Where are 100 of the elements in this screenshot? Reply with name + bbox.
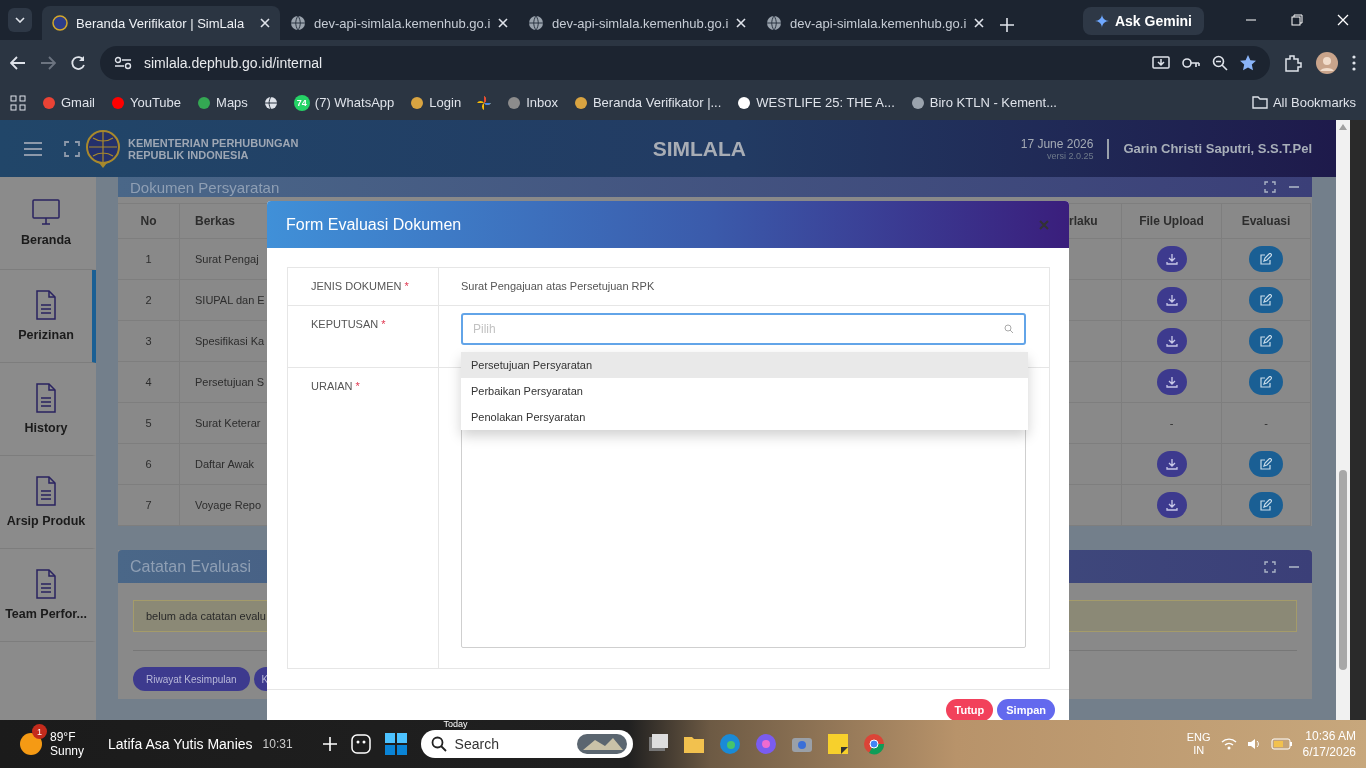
column-header: No <box>118 203 180 239</box>
download-button[interactable] <box>1156 328 1187 354</box>
edit-button[interactable] <box>1249 451 1283 477</box>
browser-tab[interactable]: dev-api-simlala.kemenhub.go.i <box>280 6 518 40</box>
more-menu-icon[interactable] <box>1352 54 1356 71</box>
expand-icon[interactable] <box>1264 560 1276 573</box>
all-bookmarks-button[interactable]: All Bookmarks <box>1251 95 1356 110</box>
maximize-icon[interactable] <box>1291 14 1303 26</box>
bookmark-link[interactable]: Maps <box>197 95 248 110</box>
widgets-icon[interactable] <box>350 734 371 754</box>
bookmark-link[interactable]: Beranda Verifikator |... <box>573 95 722 110</box>
bookmark-link[interactable]: Biro KTLN - Kement... <box>910 95 1057 110</box>
edit-button[interactable] <box>1249 328 1283 354</box>
sidebar-item[interactable]: Beranda <box>0 177 96 270</box>
bookmark-link[interactable]: Login <box>410 95 462 110</box>
sticky-note-icon[interactable] <box>826 733 849 755</box>
site-icon <box>197 95 212 110</box>
close-icon[interactable] <box>498 18 508 28</box>
download-button[interactable] <box>1156 492 1187 518</box>
extensions-icon[interactable] <box>1284 53 1302 72</box>
menu-icon[interactable] <box>24 141 42 156</box>
browser-tab[interactable]: dev-api-simlala.kemenhub.go.i <box>518 6 756 40</box>
edit-button[interactable] <box>1249 287 1283 313</box>
dropdown-field[interactable]: Pilih <box>461 313 1026 345</box>
close-icon <box>1039 219 1049 230</box>
card-title: Catatan Evaluasi <box>130 557 252 576</box>
download-button[interactable] <box>1156 246 1187 272</box>
browser-tab[interactable]: dev-api-simlala.kemenhub.go.i <box>756 6 994 40</box>
sidebar-item[interactable]: Team Perfor... <box>0 549 96 642</box>
save-button[interactable]: Simpan <box>997 699 1055 720</box>
table-cell: 3 <box>118 321 180 362</box>
bookmark-link[interactable]: YouTube <box>110 95 182 110</box>
globe-icon <box>290 15 306 31</box>
dropdown-option[interactable]: Persetujuan Persyaratan <box>461 352 1028 378</box>
apps-grid-icon[interactable] <box>10 94 26 111</box>
table-cell: 1 <box>118 239 180 280</box>
region-indicator: IN <box>1193 744 1205 757</box>
install-icon[interactable] <box>1152 54 1170 71</box>
dropdown-option[interactable]: Perbaikan Persyaratan <box>461 378 1028 404</box>
globe-icon[interactable] <box>263 95 278 110</box>
field-label: JENIS DOKUMEN * <box>311 280 409 292</box>
sidebar-item[interactable]: History <box>0 363 96 456</box>
table-cell: 7 <box>118 485 180 526</box>
edit-button[interactable] <box>1249 492 1283 518</box>
download-button[interactable] <box>1156 369 1187 395</box>
pinwheel-icon[interactable] <box>477 95 492 110</box>
news-time: 10:31 <box>262 737 293 751</box>
download-button[interactable] <box>1156 451 1187 477</box>
plus-icon[interactable] <box>322 737 337 751</box>
reload-icon[interactable] <box>70 54 86 71</box>
bookmark-link[interactable]: 74 (7) WhatsApp <box>293 94 395 111</box>
browser-icon[interactable] <box>718 733 741 755</box>
site-icon <box>573 95 588 110</box>
card-title: Dokumen Persyaratan <box>130 178 281 196</box>
version-label: versi 2.0.25 <box>1046 150 1094 161</box>
tab-list-button[interactable] <box>8 8 32 32</box>
field-value: Surat Pengajuan atas Persetujuan RPK <box>461 280 655 292</box>
battery-icon[interactable] <box>1270 738 1293 750</box>
sidebar-item[interactable]: Perizinan <box>0 270 96 363</box>
close-icon[interactable] <box>736 18 746 28</box>
bookmark-link[interactable]: Gmail <box>42 95 95 110</box>
edit-button[interactable] <box>1249 369 1283 395</box>
bookmark-link[interactable]: WESTLIFE 25: THE A... <box>737 95 895 110</box>
close-icon[interactable] <box>260 18 270 28</box>
fullscreen-icon[interactable] <box>64 140 80 157</box>
gemini-button[interactable]: Ask Gemini <box>1082 7 1204 35</box>
new-tab-icon[interactable] <box>1000 18 1014 32</box>
bookmark-link[interactable]: Inbox <box>507 95 558 110</box>
avatar-icon[interactable] <box>1316 51 1338 74</box>
wifi-icon[interactable] <box>1220 738 1237 750</box>
expand-icon[interactable] <box>1264 181 1276 193</box>
close-button[interactable]: Tutup <box>945 699 994 720</box>
edit-button[interactable] <box>1249 246 1283 272</box>
dropdown-input[interactable]: Pilih <box>473 322 1000 336</box>
back-icon[interactable] <box>10 55 26 70</box>
windows-logo-icon[interactable] <box>384 733 407 755</box>
browser-tab[interactable]: Beranda Verifikator | SimLala <box>42 6 280 40</box>
browser-icon[interactable] <box>862 733 885 755</box>
address-bar[interactable]: simlala.dephub.go.id/internal <box>100 45 1270 80</box>
site-icon <box>507 95 522 110</box>
notes-button[interactable]: Riwayat Kesimpulan <box>133 667 250 691</box>
table-cell: 2 <box>118 280 180 321</box>
column-header: Evaluasi <box>1222 203 1311 239</box>
volume-icon[interactable] <box>1246 738 1261 750</box>
app-title: SIMLALA <box>651 136 747 161</box>
close-icon[interactable] <box>974 18 984 28</box>
forward-icon <box>40 55 56 70</box>
site-icon <box>737 95 752 110</box>
field-label: KEPUTUSAN * <box>311 318 386 330</box>
key-icon[interactable] <box>1182 56 1200 69</box>
sidebar-item[interactable]: Arsip Produk <box>0 456 96 549</box>
news-headline[interactable]: Latifa Asa Yutis Manies <box>108 736 253 752</box>
scrollbar-thumb[interactable] <box>1339 470 1347 670</box>
document-icon <box>35 290 57 320</box>
dropdown-option[interactable]: Penolakan Persyaratan <box>461 404 1028 430</box>
taskbar-search[interactable]: Search <box>420 730 633 758</box>
notification-badge: 1 <box>32 724 47 739</box>
download-button[interactable] <box>1156 287 1187 313</box>
star-icon[interactable] <box>1240 54 1256 71</box>
zoom-icon[interactable] <box>1212 54 1228 71</box>
